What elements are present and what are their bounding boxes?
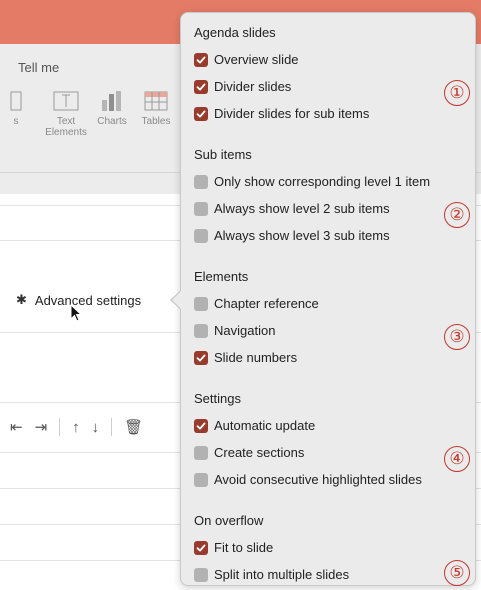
move-down-icon[interactable]: ↓ (92, 419, 100, 436)
checkbox-option[interactable]: Overview slide (194, 52, 299, 67)
checkbox-option[interactable]: Divider slides for sub items (194, 106, 369, 121)
section-title: On overflow (194, 513, 264, 528)
section-title: Sub items (194, 147, 252, 162)
checkbox-label: Slide numbers (214, 350, 298, 365)
section-number-marker: ③ (444, 323, 470, 350)
checkbox-label: Divider slides (214, 79, 292, 94)
checkmark-icon (196, 83, 206, 90)
mouse-cursor-icon (70, 304, 83, 322)
section-number-marker: ① (444, 79, 470, 106)
ribbon-button-partial[interactable]: s (4, 90, 28, 127)
list-toolbar: ⇤ ⇥ ↑ ↓ 🗑 (10, 418, 143, 436)
checkbox-label: Always show level 3 sub items (214, 228, 390, 243)
checkbox-unchecked[interactable] (194, 174, 208, 189)
checkbox-checked[interactable] (194, 418, 208, 433)
checkbox-label: Navigation (214, 323, 276, 338)
checkbox-option[interactable]: Create sections (194, 445, 304, 460)
partial-icon (10, 91, 22, 111)
checkbox-option[interactable]: Always show level 2 sub items (194, 201, 390, 216)
checkbox-checked[interactable] (194, 79, 208, 94)
charts-icon (102, 91, 121, 111)
ribbon-button-charts[interactable]: Charts (92, 90, 132, 127)
checkmark-icon (196, 56, 206, 63)
checkbox-option[interactable]: Chapter reference (194, 296, 319, 311)
checkbox-label: Chapter reference (214, 296, 319, 311)
checkbox-option[interactable]: Fit to slide (194, 540, 273, 555)
section-title: Agenda slides (194, 25, 276, 40)
tables-icon (144, 91, 168, 111)
checkmark-icon (196, 544, 206, 551)
checkbox-unchecked[interactable] (194, 472, 208, 487)
gear-icon: ✱ (16, 292, 27, 307)
text-elements-icon (53, 91, 79, 111)
ribbon-button-tables[interactable]: Tables (136, 90, 176, 127)
checkbox-label: Automatic update (214, 418, 316, 433)
checkbox-label: Divider slides for sub items (214, 106, 370, 121)
checkbox-option[interactable]: Always show level 3 sub items (194, 228, 390, 243)
popover-arrow-fill (172, 291, 181, 309)
checkmark-icon (196, 354, 206, 361)
ribbon-button-label: Charts (97, 116, 127, 127)
divider (111, 418, 113, 436)
trash-icon[interactable]: 🗑 (124, 418, 143, 436)
ribbon-button-label: Text Elements (45, 116, 87, 138)
checkbox-label: Fit to slide (214, 540, 274, 555)
section-number-marker: ④ (444, 445, 470, 472)
checkbox-unchecked[interactable] (194, 567, 208, 582)
section-number-marker: ② (444, 201, 470, 228)
checkbox-checked[interactable] (194, 106, 208, 121)
checkbox-option[interactable]: Split into multiple slides (194, 567, 349, 582)
advanced-settings-popover: Agenda slides Overview slide Divider slide… (180, 12, 476, 586)
checkbox-label: Only show corresponding level 1 item (214, 174, 431, 189)
indent-icon[interactable]: ⇥ (35, 418, 48, 436)
checkbox-unchecked[interactable] (194, 323, 208, 338)
checkbox-unchecked[interactable] (194, 296, 208, 311)
tell-me-search[interactable]: Tell me (18, 60, 59, 75)
checkbox-label: Overview slide (214, 52, 299, 67)
checkbox-unchecked[interactable] (194, 201, 208, 216)
checkbox-label: Always show level 2 sub items (214, 201, 390, 216)
checkbox-checked[interactable] (194, 52, 208, 67)
advanced-settings-label: Advanced settings (34, 292, 142, 308)
section-title: Settings (194, 391, 241, 406)
ribbon-button-label: s (13, 116, 19, 127)
move-up-icon[interactable]: ↑ (72, 419, 80, 436)
checkbox-checked[interactable] (194, 540, 208, 555)
checkbox-option[interactable]: Automatic update (194, 418, 315, 433)
checkbox-unchecked[interactable] (194, 445, 208, 460)
checkbox-option[interactable]: Avoid consecutive highlighted slides (194, 472, 422, 487)
checkbox-option[interactable]: Navigation (194, 323, 275, 338)
checkbox-label: Create sections (214, 445, 305, 460)
checkbox-option[interactable]: Divider slides (194, 79, 291, 94)
divider (59, 418, 61, 436)
section-number-marker: ⑤ (444, 560, 470, 586)
ribbon-button-text-elements[interactable]: Text Elements (42, 90, 90, 138)
checkbox-option[interactable]: Slide numbers (194, 350, 297, 365)
checkbox-checked[interactable] (194, 350, 208, 365)
section-title: Elements (194, 269, 249, 284)
checkbox-option[interactable]: Only show corresponding level 1 item (194, 174, 430, 189)
checkmark-icon (196, 110, 206, 117)
checkbox-unchecked[interactable] (194, 228, 208, 243)
checkbox-label: Split into multiple slides (214, 567, 350, 582)
ribbon-button-label: Tables (141, 116, 171, 127)
checkbox-label: Avoid consecutive highlighted slides (214, 472, 422, 487)
checkmark-icon (196, 422, 206, 429)
outdent-icon[interactable]: ⇤ (10, 418, 23, 436)
